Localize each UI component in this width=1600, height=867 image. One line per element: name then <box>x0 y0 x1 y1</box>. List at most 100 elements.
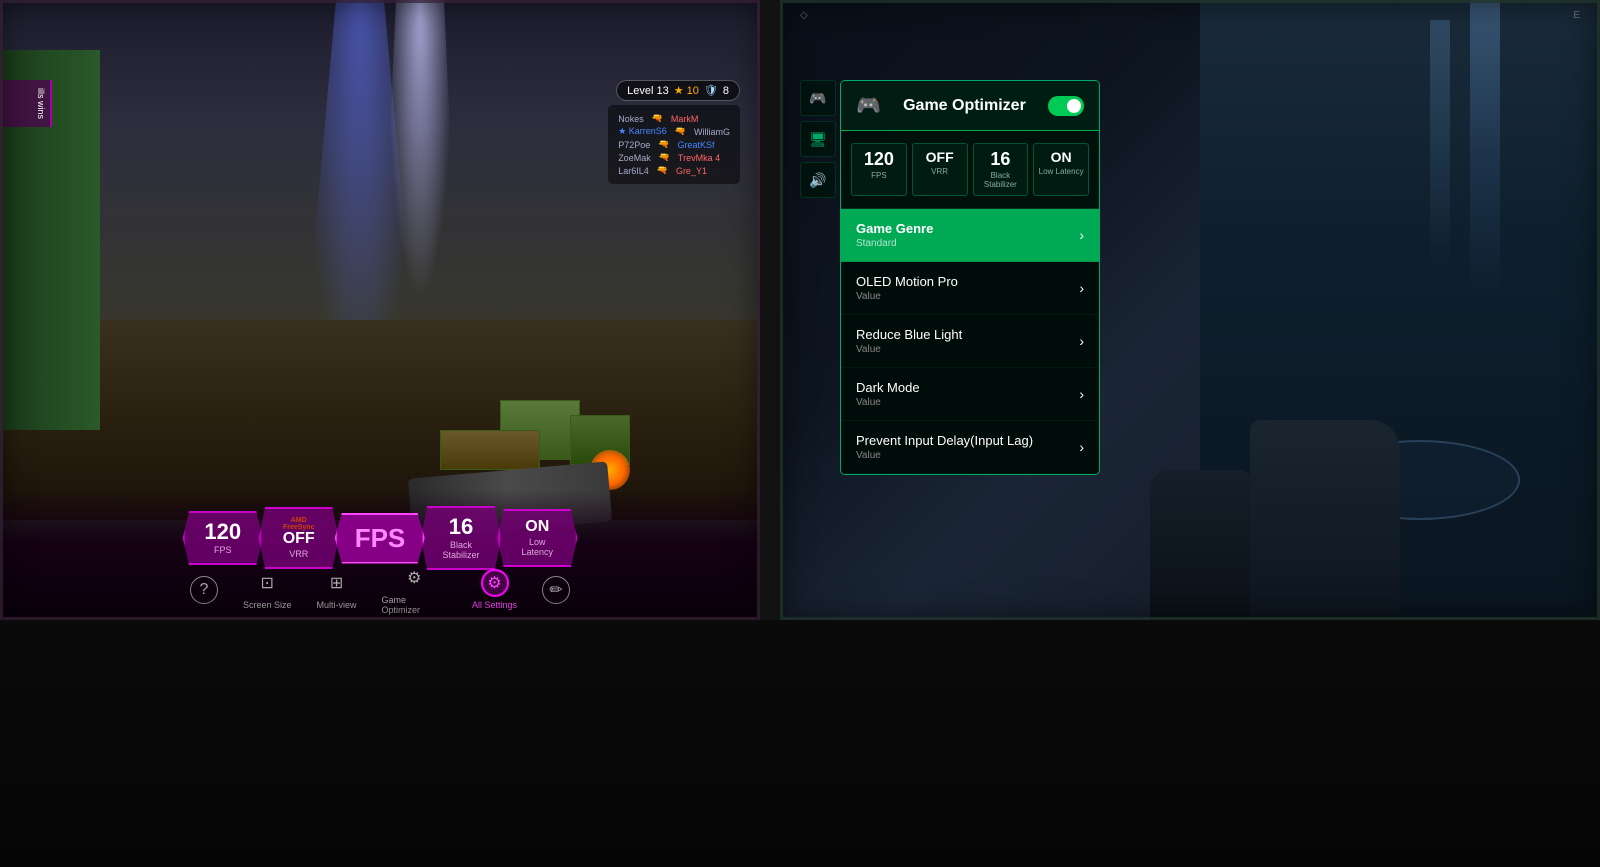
opponent-great: GreatKSf <box>677 140 714 150</box>
opponent-trev: TrevMka 4 <box>678 153 720 163</box>
fps-stat: 120 FPS <box>183 511 263 565</box>
help-tool[interactable]: ? <box>190 576 218 604</box>
player-karren: ★ KarrenS6 <box>618 126 667 137</box>
optimizer-title: Game Optimizer <box>903 97 1026 115</box>
score-row-3: P72Poe 🔫 GreatKSf <box>618 139 730 150</box>
optimizer-toggle[interactable] <box>1048 96 1084 116</box>
opt-fps-label: FPS <box>856 171 902 180</box>
hud-top: Level 13 ★ 10 🛡 8 Nokes 🔫 MarkM ★ Karren… <box>608 80 740 184</box>
gun-icon-5: 🔫 <box>657 165 668 176</box>
level-badge: Level 13 ★ 10 🛡 8 <box>616 80 740 101</box>
latency-value: ON <box>517 519 557 535</box>
settings-icon[interactable]: ⚙ <box>481 569 509 597</box>
gun-icon-4: 🔫 <box>659 152 670 163</box>
opt-latency-value: ON <box>1038 150 1084 164</box>
vrr-label: VRR <box>279 549 319 559</box>
game-optimizer-tool[interactable]: ⚙ Game Optimizer <box>382 564 447 615</box>
dark-mode-text-group: Dark Mode Value <box>856 380 920 408</box>
opt-vrr-stat: OFF VRR <box>912 143 968 196</box>
edit-icon[interactable]: ✏ <box>542 576 570 604</box>
oled-value: Value <box>856 291 958 302</box>
latency-stat: ON Low Latency <box>497 509 577 567</box>
stabilizer-value: 16 <box>441 516 482 538</box>
opt-fps-stat: 120 FPS <box>851 143 907 196</box>
sidebar-audio-icon[interactable]: 🔊 <box>800 162 836 198</box>
vrr-value: OFF <box>279 531 319 547</box>
oled-title: OLED Motion Pro <box>856 274 958 289</box>
opt-latency-label: Low Latency <box>1038 167 1084 176</box>
hud-marker-e: E <box>1573 10 1580 21</box>
player-zoe: ZoeMak <box>618 153 651 163</box>
input-delay-value: Value <box>856 450 1033 461</box>
optimizer-icon[interactable]: ⚙ <box>400 564 428 592</box>
sidebar-display-icon[interactable]: 🖥 <box>800 121 836 157</box>
opt-latency-stat: ON Low Latency <box>1033 143 1089 196</box>
all-settings-tool[interactable]: ⚙ All Settings <box>472 569 517 610</box>
sidebar-gamepad-icon[interactable]: 🎮 <box>800 80 836 116</box>
hud-bottom: 120 FPS AMDFreeSync OFF VRR FPS 16 Black… <box>0 490 760 620</box>
main-scene: ills wins Level 13 ★ 10 🛡 8 Nokes 🔫 Mark… <box>0 0 1600 620</box>
reduce-blue-light-item[interactable]: Reduce Blue Light Value › <box>841 315 1099 368</box>
center-fps-badge: FPS <box>335 513 425 564</box>
opponent-markm: MarkM <box>671 114 699 124</box>
opt-vrr-value: OFF <box>917 150 963 164</box>
optimizer-header-icon: 🎮 <box>856 93 881 118</box>
optimizer-header: 🎮 Game Optimizer <box>841 81 1099 131</box>
stats-bar: 120 FPS AMDFreeSync OFF VRR FPS 16 Black… <box>185 506 576 570</box>
multiview-tool[interactable]: ⊞ Multi-view <box>317 569 357 610</box>
right-hud-top: ◇ E <box>780 10 1600 21</box>
multiview-icon[interactable]: ⊞ <box>323 569 351 597</box>
opt-stabilizer-label: Black Stabilizer <box>978 171 1024 189</box>
player-lar: Lar6IL4 <box>618 166 649 176</box>
oled-chevron-icon: › <box>1079 280 1084 296</box>
oled-text-group: OLED Motion Pro Value <box>856 274 958 302</box>
rock-formation-1 <box>1250 420 1400 620</box>
hud-marker-left: ◇ <box>800 10 808 21</box>
genre-text-group: Game Genre Standard <box>856 221 933 249</box>
vrr-stat: AMDFreeSync OFF VRR <box>259 507 339 569</box>
water-stream-1 <box>1470 0 1500 300</box>
opponent-gre: Gre_Y1 <box>676 166 707 176</box>
edit-tool[interactable]: ✏ <box>542 576 570 604</box>
gun-icon-1: 🔫 <box>652 113 663 124</box>
blue-light-value: Value <box>856 344 962 355</box>
blue-light-chevron-icon: › <box>1079 333 1084 349</box>
game-optimizer-panel: 🎮 Game Optimizer 120 FPS OFF VRR 16 Blac… <box>840 80 1100 475</box>
fps-label: FPS <box>203 545 243 555</box>
gun-icon-3: 🔫 <box>658 139 669 150</box>
game-crate-3 <box>440 430 540 470</box>
blue-light-title: Reduce Blue Light <box>856 327 962 342</box>
stars-text: ★ 10 <box>674 84 699 97</box>
settings-label: All Settings <box>472 600 517 610</box>
score-row-2: ★ KarrenS6 🔫 WilliamG <box>618 126 730 137</box>
kills-wins-sidebar: ills wins <box>0 80 52 127</box>
input-delay-item[interactable]: Prevent Input Delay(Input Lag) Value › <box>841 421 1099 474</box>
opponent-william: WilliamG <box>694 127 730 137</box>
optimizer-stats: 120 FPS OFF VRR 16 Black Stabilizer ON L… <box>841 131 1099 209</box>
input-delay-chevron-icon: › <box>1079 439 1084 455</box>
center-fps-label: FPS <box>355 523 405 554</box>
stabilizer-stat: 16 Black Stabilizer <box>421 506 502 570</box>
genre-chevron-icon: › <box>1079 227 1084 243</box>
opt-fps-value: 120 <box>856 150 902 168</box>
optimizer-sidebar: 🎮 🖥 🔊 <box>800 80 838 198</box>
latency-label: Low Latency <box>517 537 557 557</box>
dark-mode-item[interactable]: Dark Mode Value › <box>841 368 1099 421</box>
oled-motion-pro-item[interactable]: OLED Motion Pro Value › <box>841 262 1099 315</box>
game-genre-item[interactable]: Game Genre Standard › <box>841 209 1099 262</box>
genre-value: Standard <box>856 238 933 249</box>
bottom-toolbar: ? ⊡ Screen Size ⊞ Multi-view ⚙ Game Opti… <box>190 564 570 615</box>
help-icon[interactable]: ? <box>190 576 218 604</box>
freesync-logo: AMDFreeSync <box>279 517 319 531</box>
tv-divider <box>760 0 780 620</box>
water-stream-2 <box>1430 20 1450 270</box>
score-row-1: Nokes 🔫 MarkM <box>618 113 730 124</box>
screen-size-tool[interactable]: ⊡ Screen Size <box>243 569 292 610</box>
multiview-label: Multi-view <box>317 600 357 610</box>
score-row-5: Lar6IL4 🔫 Gre_Y1 <box>618 165 730 176</box>
input-delay-title: Prevent Input Delay(Input Lag) <box>856 433 1033 448</box>
screen-size-icon[interactable]: ⊡ <box>253 569 281 597</box>
gun-icon-2: 🔫 <box>675 126 686 137</box>
optimizer-tool-label: Game Optimizer <box>382 595 447 615</box>
fps-value: 120 <box>203 521 243 543</box>
